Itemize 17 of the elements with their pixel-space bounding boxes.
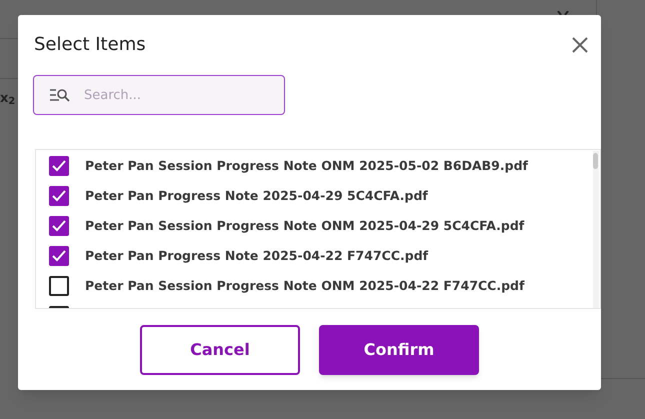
checkbox[interactable] — [49, 246, 69, 266]
search-field[interactable]: Search... — [33, 75, 285, 115]
checkbox[interactable] — [49, 216, 69, 236]
search-icon — [50, 88, 70, 102]
file-name: Peter Pan Session Progress Note ONM 2025-04-22 F747CC.pdf — [85, 276, 524, 295]
checkbox[interactable] — [49, 156, 69, 176]
dialog-title: Select Items — [34, 33, 146, 57]
cancel-button[interactable]: Cancel — [140, 325, 300, 375]
subscript-text: x$_{2}$ — [0, 90, 16, 108]
confirm-button[interactable]: Confirm — [319, 325, 479, 375]
file-name: Peter Pan Session Progress Note ONM 2025-04-29 5C4CFA.pdf — [85, 216, 524, 235]
file-name: Peter Pan Session Progress Note ONM 2025-05-02 B6DAB9.pdf — [85, 156, 528, 175]
file-name: Peter Pan Progress Note 2025-04-22 F747CC.pdf — [85, 246, 428, 265]
file-name: Peter Pan Progress Note 2025-04-29 5C4CFA.pdf — [85, 186, 428, 205]
checkbox[interactable] — [49, 276, 69, 296]
checkbox[interactable] — [49, 186, 69, 206]
scrollbar[interactable] — [593, 151, 599, 308]
